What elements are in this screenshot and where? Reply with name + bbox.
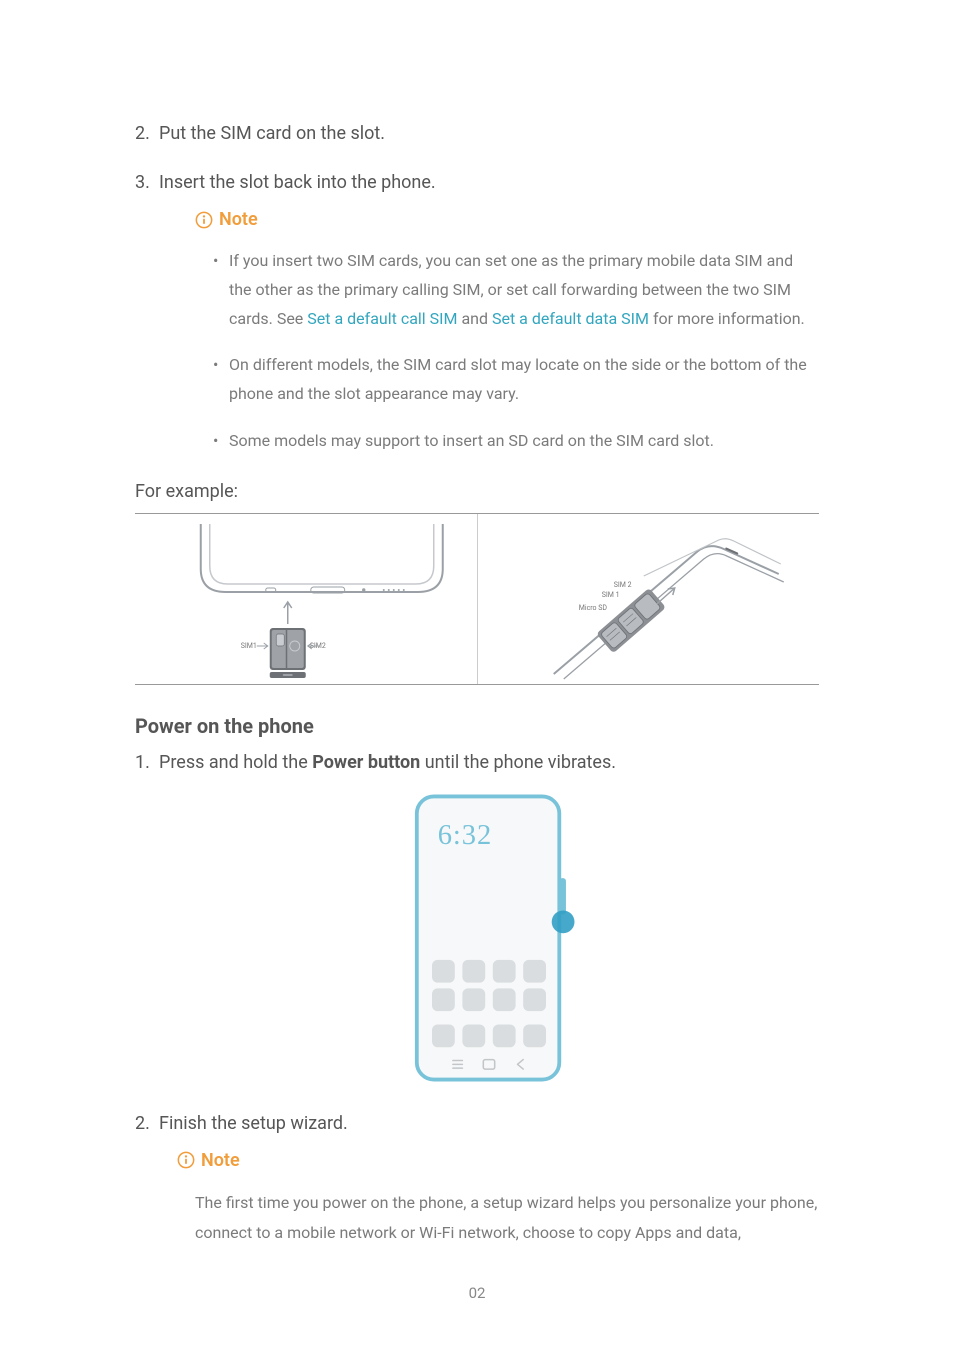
step-insert-slot: Insert the slot back into the phone. Not… xyxy=(135,169,819,456)
page-number: 02 xyxy=(0,1282,954,1305)
label-sim2: SIM 2 xyxy=(613,581,631,589)
step-text: Put the SIM card on the slot. xyxy=(159,123,385,144)
note-title: Note xyxy=(201,1147,240,1174)
figure-row: SIM1 SIM2 xyxy=(135,513,819,685)
note-bullet: Some models may support to insert an SD … xyxy=(213,427,819,456)
note-text: On different models, the SIM card slot m… xyxy=(229,355,807,403)
step-text: Finish the setup wizard. xyxy=(159,1113,348,1134)
note-title-row: Note xyxy=(177,1147,819,1174)
clock-text: 6:32 xyxy=(438,820,492,851)
note-bullet: On different models, the SIM card slot m… xyxy=(213,351,819,409)
label-sim1: SIM1 xyxy=(241,642,257,650)
note-text: and xyxy=(461,309,492,328)
label-microsd: Micro SD xyxy=(578,604,607,612)
step-text: Press and hold the xyxy=(159,752,312,773)
note-block: Note The first time you power on the pho… xyxy=(159,1147,819,1249)
step-text: Insert the slot back into the phone. xyxy=(159,172,436,193)
note-bullet: If you insert two SIM cards, you can set… xyxy=(213,247,819,333)
figure-bottom-slot: SIM1 SIM2 xyxy=(135,514,478,684)
note-text: Some models may support to insert an SD … xyxy=(229,431,714,450)
info-icon xyxy=(195,211,213,229)
label-sim1: SIM 1 xyxy=(601,591,619,599)
note-title: Note xyxy=(219,206,258,233)
link-default-data-sim[interactable]: Set a default data SIM xyxy=(492,309,649,328)
note-block: Note If you insert two SIM cards, you ca… xyxy=(159,206,819,456)
step-put-sim: Put the SIM card on the slot. xyxy=(135,120,819,147)
note-title-row: Note xyxy=(195,206,819,233)
step-press-power: Press and hold the Power button until th… xyxy=(135,749,819,1088)
section-power-on: Power on the phone xyxy=(135,711,819,741)
info-icon xyxy=(177,1151,195,1169)
note-body: The first time you power on the phone, a… xyxy=(195,1188,819,1249)
for-example-label: For example: xyxy=(135,478,819,505)
step-text: until the phone vibrates. xyxy=(425,752,616,773)
note-text: for more information. xyxy=(653,309,805,328)
link-default-call-sim[interactable]: Set a default call SIM xyxy=(307,309,457,328)
figure-side-slot: SIM 2 SIM 1 Micro SD xyxy=(478,514,820,684)
step-setup-wizard: Finish the setup wizard. Note The first … xyxy=(135,1110,819,1249)
power-button-label: Power button xyxy=(312,752,420,773)
figure-phone: 6:32 xyxy=(159,788,819,1088)
